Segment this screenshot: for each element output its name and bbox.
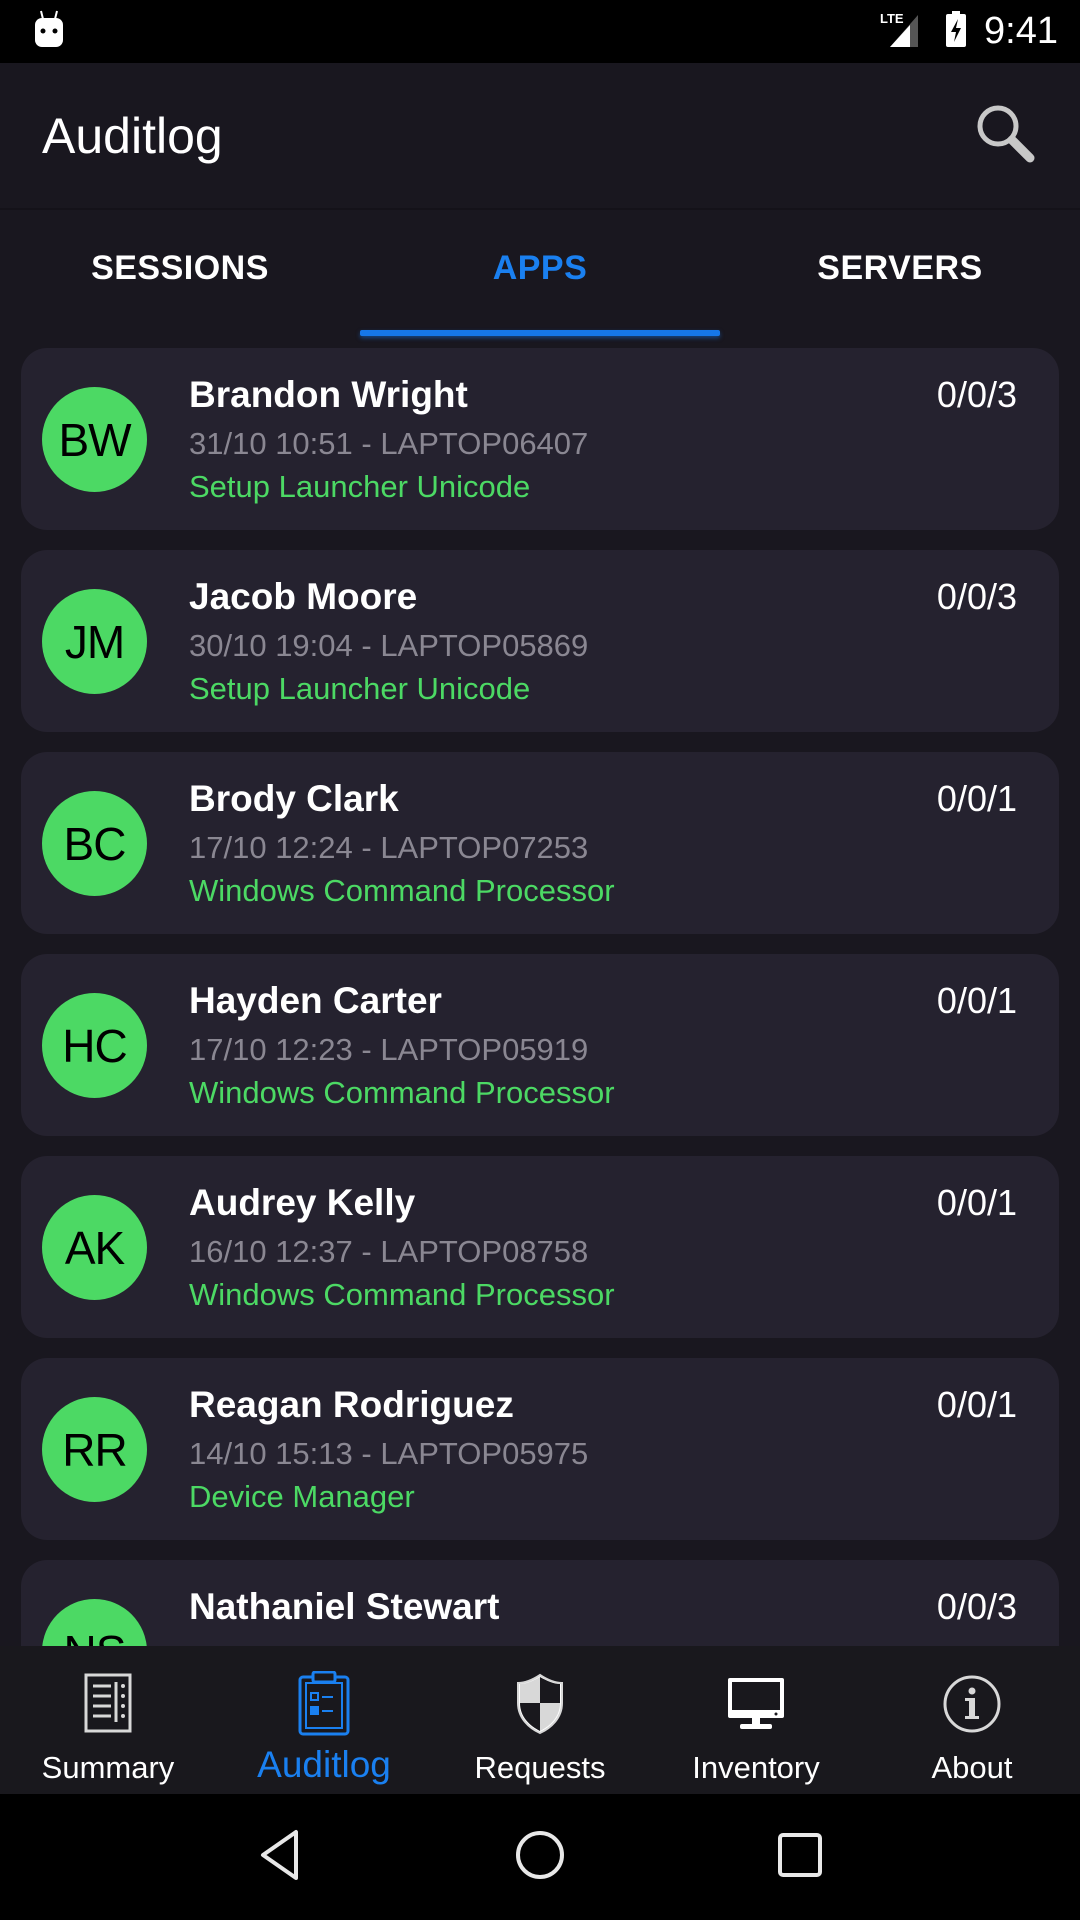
search-button[interactable] — [970, 101, 1040, 171]
timestamp-device: 17/10 12:23 - LAPTOP05919 — [189, 1032, 589, 1067]
nav-item-inventory[interactable]: Inventory — [648, 1646, 864, 1794]
bottom-navigation: Summary Auditlog Requests Inventory Abou… — [0, 1646, 1080, 1794]
tab-sessions[interactable]: SESSIONS — [0, 208, 360, 338]
timestamp-device: 31/10 10:51 - LAPTOP06407 — [189, 426, 589, 461]
nav-label: Summary — [41, 1750, 175, 1785]
back-button[interactable] — [240, 1817, 320, 1897]
timestamp-device: 16/10 12:37 - LAPTOP08758 — [189, 1234, 589, 1269]
avatar: JM — [42, 589, 147, 694]
app-name: Setup Launcher Unicode — [189, 469, 531, 504]
status-time: 9:41 — [984, 10, 1058, 52]
system-navigation-bar — [0, 1794, 1080, 1920]
page-title: Auditlog — [42, 107, 223, 164]
auditlog-list[interactable]: BW Brandon Wright 0/0/3 31/10 10:51 - LA… — [0, 338, 1080, 1646]
event-count: 0/0/1 — [936, 1182, 1017, 1223]
event-count: 0/0/1 — [936, 980, 1017, 1021]
active-tab-indicator — [360, 330, 720, 336]
list-item[interactable]: RR Reagan Rodriguez 0/0/1 14/10 15:13 - … — [21, 1358, 1059, 1540]
app-name: Windows Command Processor — [189, 873, 615, 908]
user-name: Hayden Carter — [189, 980, 442, 1021]
event-count: 0/0/1 — [936, 778, 1017, 819]
nav-label: Auditlog — [257, 1744, 391, 1785]
avatar: BW — [42, 387, 147, 492]
recents-button[interactable] — [760, 1817, 840, 1897]
list-item[interactable]: HC Hayden Carter 0/0/1 17/10 12:23 - LAP… — [21, 954, 1059, 1136]
nav-label: About — [931, 1750, 1013, 1785]
tab-bar: SESSIONS APPS SERVERS — [0, 208, 1080, 338]
status-bar: LTE 9:41 — [0, 0, 1080, 63]
avatar: RR — [42, 1397, 147, 1502]
event-count: 0/0/3 — [936, 374, 1017, 415]
recents-square-icon — [776, 1831, 824, 1884]
monitor-icon — [720, 1668, 792, 1740]
shield-icon — [504, 1668, 576, 1740]
app-name: Windows Command Processor — [189, 1277, 615, 1312]
list-item[interactable]: AK Audrey Kelly 0/0/1 16/10 12:37 - LAPT… — [21, 1156, 1059, 1338]
android-notification-icon — [32, 9, 66, 54]
avatar: HC — [42, 993, 147, 1098]
list-item[interactable]: BC Brody Clark 0/0/1 17/10 12:24 - LAPTO… — [21, 752, 1059, 934]
battery-charging-icon — [944, 9, 968, 54]
back-triangle-icon — [258, 1829, 302, 1886]
tab-apps[interactable]: APPS — [360, 208, 720, 338]
summary-icon — [72, 1668, 144, 1740]
avatar: NS — [42, 1599, 147, 1646]
nav-item-summary[interactable]: Summary — [0, 1646, 216, 1794]
info-icon — [936, 1668, 1008, 1740]
tab-label: SERVERS — [817, 248, 983, 287]
timestamp-device: 14/10 15:13 - LAPTOP05975 — [189, 1436, 589, 1471]
svg-text:LTE: LTE — [880, 11, 904, 26]
avatar: BC — [42, 791, 147, 896]
home-button[interactable] — [500, 1817, 580, 1897]
tab-label: APPS — [492, 248, 588, 287]
nav-label: Inventory — [692, 1750, 820, 1785]
home-circle-icon — [514, 1829, 566, 1886]
list-item[interactable]: BW Brandon Wright 0/0/3 31/10 10:51 - LA… — [21, 348, 1059, 530]
app-name: Setup Launcher Unicode — [189, 671, 531, 706]
user-name: Nathaniel Stewart — [189, 1586, 500, 1627]
timestamp-device: 17/10 12:24 - LAPTOP07253 — [189, 830, 589, 865]
list-item[interactable]: NS Nathaniel Stewart 0/0/3 — [21, 1560, 1059, 1646]
tab-servers[interactable]: SERVERS — [720, 208, 1080, 338]
app-bar: Auditlog — [0, 63, 1080, 208]
search-icon — [974, 102, 1036, 169]
app-name: Device Manager — [189, 1479, 415, 1514]
list-item[interactable]: JM Jacob Moore 0/0/3 30/10 19:04 - LAPTO… — [21, 550, 1059, 732]
event-count: 0/0/3 — [936, 576, 1017, 617]
event-count: 0/0/1 — [936, 1384, 1017, 1425]
avatar: AK — [42, 1195, 147, 1300]
user-name: Reagan Rodriguez — [189, 1384, 514, 1425]
timestamp-device: 30/10 19:04 - LAPTOP05869 — [189, 628, 589, 663]
user-name: Brandon Wright — [189, 374, 468, 415]
nav-item-auditlog[interactable]: Auditlog — [216, 1646, 432, 1794]
user-name: Audrey Kelly — [189, 1182, 416, 1223]
lte-signal-icon: LTE — [880, 9, 928, 54]
nav-item-about[interactable]: About — [864, 1646, 1080, 1794]
nav-label: Requests — [474, 1750, 606, 1785]
nav-item-requests[interactable]: Requests — [432, 1646, 648, 1794]
app-name: Windows Command Processor — [189, 1075, 615, 1110]
event-count: 0/0/3 — [936, 1586, 1017, 1627]
user-name: Brody Clark — [189, 778, 399, 819]
clipboard-icon — [288, 1668, 360, 1740]
user-name: Jacob Moore — [189, 576, 418, 617]
tab-label: SESSIONS — [91, 248, 269, 287]
